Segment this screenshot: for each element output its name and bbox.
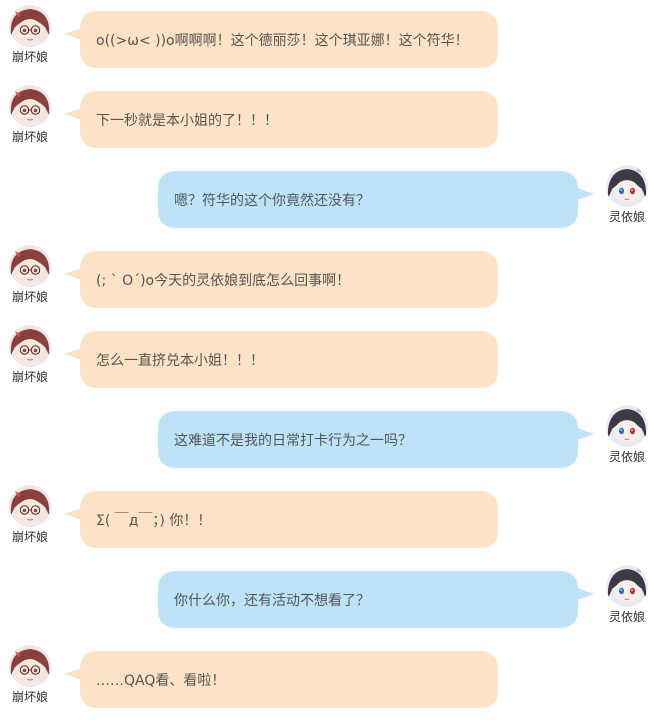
avatar-honkai-girl-icon <box>9 245 51 287</box>
message-bubble: Σ( ￣д￣；) 你！！ <box>80 491 498 548</box>
avatar-honkai-girl-icon <box>9 85 51 127</box>
avatar-honkai-girl-icon <box>9 325 51 367</box>
bubble-tail <box>577 588 594 600</box>
chat-message: 崩坏娘 ……QAQ看、看啦！ <box>0 640 653 720</box>
avatar-honkai-girl-icon <box>9 485 51 527</box>
avatar-lingyi-girl-icon <box>606 405 648 447</box>
message-bubble: (; ` O´)o今天的灵依娘到底怎么回事啊！ <box>80 251 498 308</box>
chat-message: 崩坏娘 (; ` O´)o今天的灵依娘到底怎么回事啊！ <box>0 240 653 320</box>
bubble-tail <box>64 348 81 360</box>
bubble-tail <box>64 28 81 40</box>
bubble-tail <box>64 668 81 680</box>
message-bubble: 下一秒就是本小姐的了！！！ <box>80 91 498 148</box>
avatar-lingyi-girl-icon <box>606 165 648 207</box>
message-bubble: 怎么一直挤兑本小姐！！！ <box>80 331 498 388</box>
chat-message: 灵依娘 嗯？符华的这个你竟然还没有？ <box>0 160 653 240</box>
chat-message: 崩坏娘 怎么一直挤兑本小姐！！！ <box>0 320 653 400</box>
sender-name: 崩坏娘 <box>11 370 48 384</box>
bubble-tail <box>64 268 81 280</box>
chat-message: 崩坏娘 o((>ω< ))o啊啊啊！这个德丽莎！这个琪亚娜！这个符华！ <box>0 0 653 80</box>
sender-name: 灵依娘 <box>608 610 645 624</box>
chat-message: 灵依娘 你什么你，还有活动不想看了？ <box>0 560 653 640</box>
bubble-tail <box>577 188 594 200</box>
avatar-honkai-girl-icon <box>9 645 51 687</box>
sender-name: 崩坏娘 <box>11 290 48 304</box>
message-bubble: o((>ω< ))o啊啊啊！这个德丽莎！这个琪亚娜！这个符华！ <box>80 11 498 68</box>
sender-name: 崩坏娘 <box>11 530 48 544</box>
bubble-tail <box>577 428 594 440</box>
message-bubble: ……QAQ看、看啦！ <box>80 651 498 708</box>
sender-name: 崩坏娘 <box>11 50 48 64</box>
sender-name: 崩坏娘 <box>11 130 48 144</box>
chat-message: 灵依娘 这难道不是我的日常打卡行为之一吗？ <box>0 400 653 480</box>
chat-log: 崩坏娘 o((>ω< ))o啊啊啊！这个德丽莎！这个琪亚娜！这个符华！ 崩坏娘 … <box>0 0 653 719</box>
bubble-tail <box>64 508 81 520</box>
sender-name: 灵依娘 <box>608 450 645 464</box>
message-bubble: 你什么你，还有活动不想看了？ <box>158 571 578 628</box>
bubble-tail <box>64 108 81 120</box>
avatar-honkai-girl-icon <box>9 5 51 47</box>
chat-message: 崩坏娘 Σ( ￣д￣；) 你！！ <box>0 480 653 560</box>
message-bubble: 这难道不是我的日常打卡行为之一吗？ <box>158 411 578 468</box>
message-bubble: 嗯？符华的这个你竟然还没有？ <box>158 171 578 228</box>
sender-name: 灵依娘 <box>608 210 645 224</box>
sender-name: 崩坏娘 <box>11 690 48 704</box>
avatar-lingyi-girl-icon <box>606 565 648 607</box>
chat-message: 崩坏娘 下一秒就是本小姐的了！！！ <box>0 80 653 160</box>
